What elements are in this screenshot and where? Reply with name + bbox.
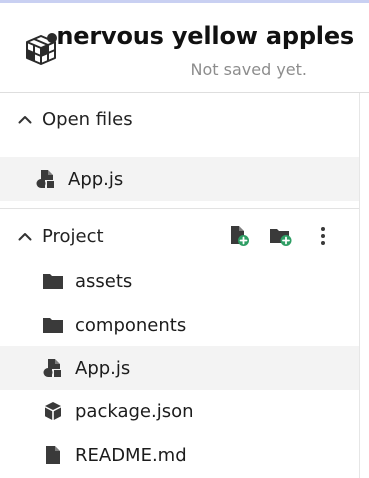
project-actions bbox=[227, 216, 335, 256]
tree-item-readme[interactable]: README.md bbox=[0, 433, 359, 477]
more-options-icon[interactable] bbox=[311, 224, 335, 248]
package-icon bbox=[43, 401, 63, 421]
folder-icon bbox=[43, 315, 63, 335]
tree-item-label: assets bbox=[75, 270, 133, 292]
js-file-icon bbox=[43, 358, 63, 378]
open-file-item[interactable]: App.js bbox=[0, 157, 359, 201]
new-folder-icon[interactable] bbox=[269, 224, 293, 248]
cube-logo-icon bbox=[21, 30, 61, 70]
tree-item-label: README.md bbox=[75, 444, 187, 466]
tree-item-package-json[interactable]: package.json bbox=[0, 389, 359, 433]
js-file-icon bbox=[36, 169, 56, 189]
project-name[interactable]: nervous yellow apples bbox=[56, 22, 354, 50]
open-file-name: App.js bbox=[68, 168, 124, 190]
save-status: Not saved yet. bbox=[190, 60, 307, 79]
tree-item-app-js[interactable]: App.js bbox=[0, 346, 359, 390]
open-files-heading: Open files bbox=[42, 108, 133, 130]
chevron-up-icon bbox=[16, 227, 34, 245]
project-heading: Project bbox=[42, 225, 104, 247]
sidebar-header: nervous yellow apples Not saved yet. bbox=[0, 0, 369, 93]
section-divider bbox=[0, 208, 359, 209]
app-frame: nervous yellow apples Not saved yet. Ope… bbox=[0, 0, 369, 478]
project-section-toggle[interactable]: Project bbox=[0, 216, 359, 256]
tree-item-label: App.js bbox=[75, 357, 131, 379]
tree-item-assets[interactable]: assets bbox=[0, 259, 359, 303]
panel-divider bbox=[359, 93, 360, 478]
file-icon bbox=[43, 445, 63, 465]
chevron-up-icon bbox=[16, 110, 34, 128]
tree-item-label: components bbox=[75, 314, 187, 336]
new-file-icon[interactable] bbox=[227, 224, 251, 248]
tree-item-label: package.json bbox=[75, 400, 194, 422]
open-files-section-toggle[interactable]: Open files bbox=[0, 99, 359, 139]
folder-icon bbox=[43, 271, 63, 291]
tree-item-components[interactable]: components bbox=[0, 303, 359, 347]
